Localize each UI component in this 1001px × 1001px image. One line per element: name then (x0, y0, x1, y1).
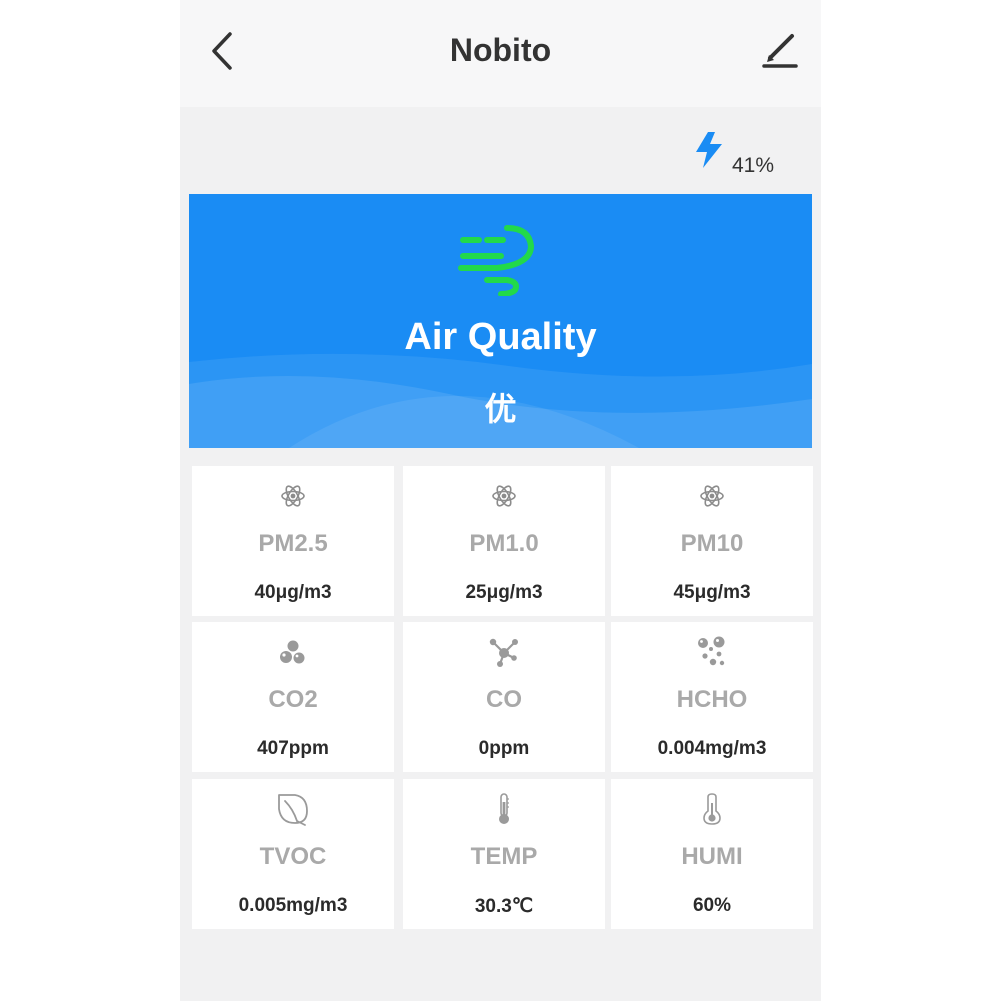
metric-value: 60% (692, 895, 732, 916)
edit-pencil-icon (762, 34, 798, 68)
metric-value: 40μg/m3 (254, 582, 332, 603)
metric-label: HCHO (676, 686, 748, 713)
edit-button[interactable] (758, 28, 802, 74)
metric-label: HUMI (681, 843, 743, 870)
metric-value: 25μg/m3 (465, 582, 543, 603)
metric-label: PM2.5 (258, 530, 328, 557)
metric-value: 0.005mg/m3 (238, 895, 348, 916)
metric-value: 407ppm (257, 738, 329, 759)
metric-label: CO2 (268, 686, 318, 713)
battery-level: 41% (732, 154, 775, 177)
metric-label: PM10 (680, 530, 744, 557)
metric-card-temp[interactable]: TEMP 30.3℃ (403, 779, 605, 929)
air-quality-title: Air Quality (404, 316, 597, 358)
wind-icon (458, 225, 535, 296)
metric-label: TEMP (470, 843, 538, 870)
metric-card-pm25[interactable]: PM2.5 40μg/m3 (192, 466, 394, 616)
top-navigation-bar: Nobito (180, 0, 821, 107)
metric-card-co2[interactable]: CO2 407ppm (192, 622, 394, 772)
battery-status: 41% (694, 130, 804, 180)
molecule-icon (489, 638, 518, 667)
thermometer-icon (499, 793, 509, 824)
metric-value: 0.004mg/m3 (657, 738, 767, 759)
particle-icon (700, 485, 724, 507)
metric-value: 30.3℃ (474, 896, 534, 917)
leaf-icon (278, 794, 308, 826)
metric-card-co[interactable]: CO 0ppm (403, 622, 605, 772)
metric-value: 0ppm (478, 738, 530, 759)
metric-value: 45μg/m3 (673, 582, 751, 603)
lightning-icon (696, 132, 722, 168)
metric-card-humi[interactable]: HUMI 60% (611, 779, 813, 929)
metric-card-pm10[interactable]: PM10 45μg/m3 (611, 466, 813, 616)
air-quality-level: 优 (484, 391, 517, 427)
metric-card-tvoc[interactable]: TVOC 0.005mg/m3 (192, 779, 394, 929)
air-quality-banner: Air Quality 优 (189, 194, 812, 448)
metric-label: PM1.0 (469, 530, 539, 557)
particle-icon (492, 485, 516, 507)
bubbles-icon (280, 640, 305, 664)
metric-card-pm10-small[interactable]: PM1.0 25μg/m3 (403, 466, 605, 616)
humidity-thermometer-icon (703, 793, 721, 825)
metric-label: CO (486, 686, 522, 713)
droplets-icon (698, 636, 725, 666)
app-screen: Nobito 41% Air Quality 优 PM2.5 40μg/m3 P… (180, 0, 821, 1001)
page-title: Nobito (449, 32, 552, 68)
particle-icon (281, 485, 305, 507)
metric-card-hcho[interactable]: HCHO 0.004mg/m3 (611, 622, 813, 772)
metric-label: TVOC (259, 843, 327, 870)
